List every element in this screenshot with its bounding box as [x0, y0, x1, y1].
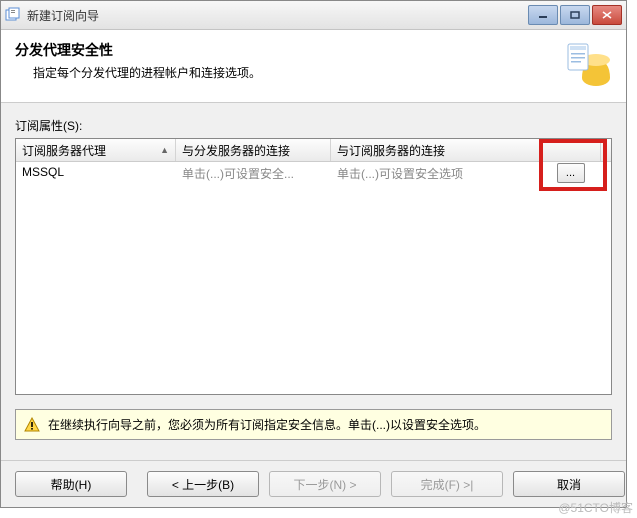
cell-subscriber: 单击(...)可设置安全选项: [331, 162, 541, 184]
next-button: 下一步(N) >: [269, 471, 381, 497]
titlebar: 新建订阅向导: [1, 1, 626, 30]
subscription-properties-label: 订阅属性(S):: [15, 117, 612, 134]
cell-distributor: 单击(...)可设置安全...: [176, 162, 331, 184]
help-button[interactable]: 帮助(H): [15, 471, 127, 497]
cancel-button[interactable]: 取消: [513, 471, 625, 497]
window-title: 新建订阅向导: [27, 7, 99, 24]
finish-button: 完成(F) >|: [391, 471, 503, 497]
column-agent[interactable]: 订阅服务器代理 ▲: [16, 139, 176, 161]
sort-indicator-icon: ▲: [160, 145, 169, 155]
set-security-button[interactable]: ...: [557, 163, 585, 183]
subscription-properties-list[interactable]: 订阅服务器代理 ▲ 与分发服务器的连接 与订阅服务器的连接 MSSQL 单击(.…: [15, 138, 612, 395]
warning-strip: 在继续执行向导之前，您必须为所有订阅指定安全信息。单击(...)以设置安全选项。: [15, 409, 612, 440]
page-title: 分发代理安全性: [15, 40, 564, 60]
maximize-button[interactable]: [560, 5, 590, 25]
wizard-header: 分发代理安全性 指定每个分发代理的进程帐户和连接选项。: [1, 30, 626, 103]
minimize-button[interactable]: [528, 5, 558, 25]
wizard-buttons: 帮助(H) < 上一步(B) 下一步(N) > 完成(F) >| 取消: [1, 460, 626, 507]
page-subtitle: 指定每个分发代理的进程帐户和连接选项。: [33, 64, 564, 81]
cell-agent: MSSQL: [16, 162, 176, 184]
column-subscriber[interactable]: 与订阅服务器的连接: [331, 139, 541, 161]
warning-icon: [24, 417, 40, 433]
list-header: 订阅服务器代理 ▲ 与分发服务器的连接 与订阅服务器的连接: [16, 139, 611, 162]
back-button[interactable]: < 上一步(B): [147, 471, 259, 497]
table-row[interactable]: MSSQL 单击(...)可设置安全... 单击(...)可设置安全选项 ...: [16, 162, 611, 184]
page-icon: [564, 40, 612, 88]
warning-text: 在继续执行向导之前，您必须为所有订阅指定安全信息。单击(...)以设置安全选项。: [48, 416, 486, 433]
app-icon: [5, 7, 21, 23]
close-button[interactable]: [592, 5, 622, 25]
column-distributor[interactable]: 与分发服务器的连接: [176, 139, 331, 161]
column-action: [541, 139, 601, 161]
